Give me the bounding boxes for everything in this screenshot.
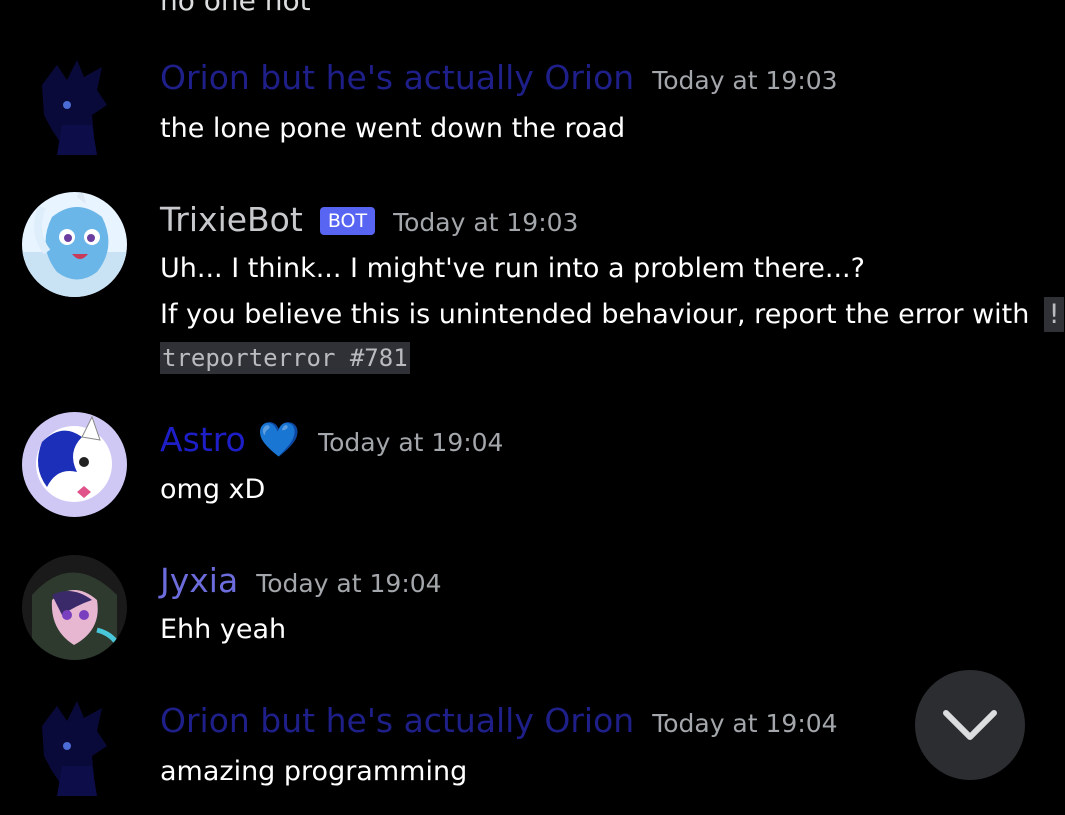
orion-avatar-image xyxy=(22,55,127,160)
bot-tag: BOT xyxy=(319,207,376,235)
timestamp: Today at 19:04 xyxy=(256,569,442,598)
orion-avatar-image xyxy=(22,696,127,801)
blue-heart-icon: 💙 xyxy=(257,420,301,460)
timestamp: Today at 19:03 xyxy=(652,66,838,95)
message-text: amazing programming xyxy=(160,756,468,787)
timestamp: Today at 19:04 xyxy=(318,428,504,457)
message-text: the lone pone went down the road xyxy=(160,113,626,144)
timestamp: Today at 19:04 xyxy=(652,709,838,738)
avatar-orion[interactable] xyxy=(22,55,127,160)
message-text-line-1: Uh... I think... I might've run into a p… xyxy=(160,253,865,284)
partial-message-text: no one not xyxy=(160,0,311,17)
inline-code-part-2: treporterror #781 xyxy=(160,342,410,374)
username[interactable]: TrixieBot xyxy=(160,200,303,239)
avatar-orion[interactable] xyxy=(22,696,127,801)
trixiebot-avatar-image xyxy=(22,192,127,297)
message-text: Ehh yeah xyxy=(160,614,287,645)
timestamp: Today at 19:03 xyxy=(393,208,579,237)
astro-avatar-image xyxy=(22,412,127,517)
avatar-jyxia[interactable] xyxy=(22,555,127,660)
jyxia-avatar-image xyxy=(22,555,127,660)
jump-to-bottom-button[interactable] xyxy=(915,670,1025,780)
username[interactable]: Jyxia xyxy=(160,561,238,600)
message-text: omg xD xyxy=(160,474,266,505)
username[interactable]: Orion but he's actually Orion xyxy=(160,58,634,97)
username[interactable]: Astro xyxy=(160,420,246,459)
inline-code-part-1: ! xyxy=(1043,297,1065,332)
message-text-line-3: treporterror #781 xyxy=(160,342,410,374)
message-text-line-2: If you believe this is unintended behavi… xyxy=(160,297,1065,332)
chevron-down-icon xyxy=(943,710,997,740)
avatar-astro[interactable] xyxy=(22,412,127,517)
avatar-trixiebot[interactable] xyxy=(22,192,127,297)
username[interactable]: Orion but he's actually Orion xyxy=(160,701,634,740)
message-text: If you believe this is unintended behavi… xyxy=(160,299,1030,330)
